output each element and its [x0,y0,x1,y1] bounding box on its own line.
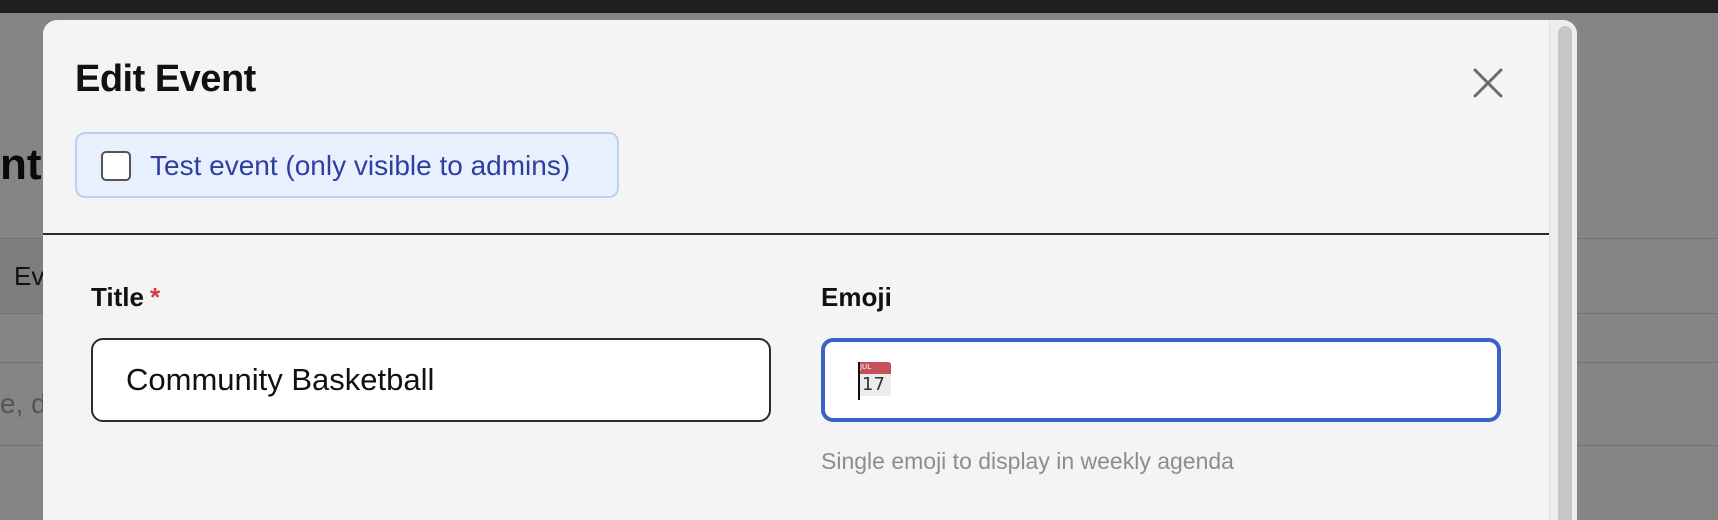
test-event-checkbox[interactable] [101,151,131,181]
calendar-emoji-icon: JUL 17 [858,362,891,396]
title-label-text: Title [91,282,144,312]
close-icon [1473,68,1503,98]
background-top-bar [0,0,1718,13]
calendar-emoji-day: 17 [862,374,885,395]
test-event-label[interactable]: Test event (only visible to admins) [150,150,570,182]
modal-title: Edit Event [75,58,256,100]
calendar-emoji-header: JUL [858,362,891,374]
modal-scrollbar[interactable] [1549,20,1577,520]
emoji-helper-text: Single emoji to display in weekly agenda [821,448,1234,474]
title-field-label: Title * [91,282,160,313]
close-button[interactable] [1463,58,1513,108]
emoji-input[interactable]: JUL 17 [821,338,1501,422]
modal-header: Edit Event Test event (only visible to a… [43,20,1549,235]
required-marker: * [149,282,161,312]
emoji-field-label: Emoji [821,282,892,312]
modal-scrollbar-thumb[interactable] [1558,26,1572,520]
test-event-option[interactable]: Test event (only visible to admins) [75,132,619,198]
title-input[interactable] [91,338,771,422]
calendar-emoji-month: JUL [860,363,872,371]
edit-event-modal: Edit Event Test event (only visible to a… [43,20,1577,520]
text-caret [858,362,860,400]
